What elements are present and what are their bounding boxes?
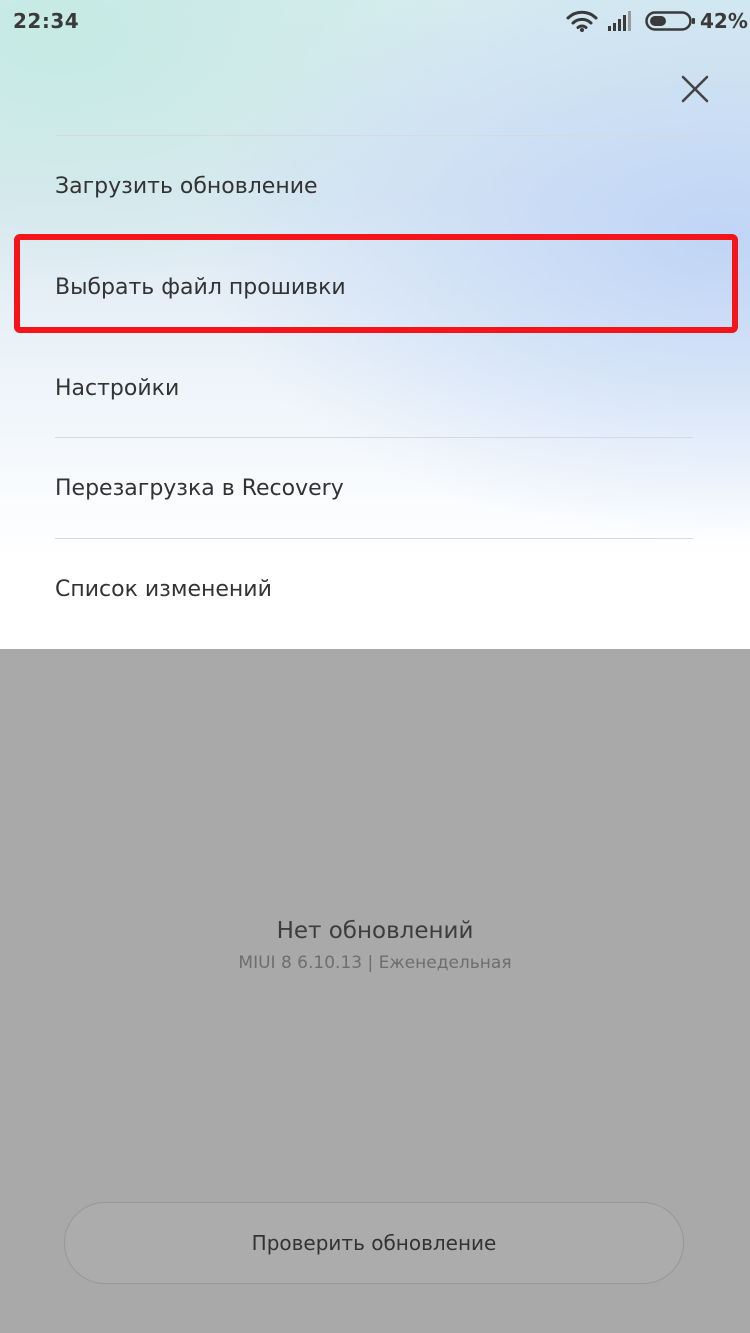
check-update-button-label: Проверить обновление: [251, 1231, 497, 1255]
battery-percent: 42%: [700, 9, 748, 33]
menu-item-download-update[interactable]: Загрузить обновление: [55, 136, 693, 236]
signal-icon: [608, 11, 631, 31]
battery-icon: [645, 11, 695, 31]
check-update-button[interactable]: Проверить обновление: [64, 1202, 684, 1284]
version-info: MIUI 8 6.10.13 | Еженедельная: [238, 953, 512, 973]
highlight-annotation-box: [14, 234, 738, 333]
close-button[interactable]: [676, 70, 714, 108]
status-time: 22:34: [13, 9, 80, 33]
wifi-icon: [566, 10, 598, 32]
close-icon: [681, 75, 709, 103]
status-bar: 22:34 42%: [0, 0, 750, 44]
screen: 22:34 42% Загрузить обновление Выбрать ф…: [0, 0, 750, 1333]
menu-panel: 22:34 42% Загрузить обновление Выбрать ф…: [0, 0, 750, 649]
menu-item-label: Настройки: [55, 375, 180, 401]
menu-item-label: Загрузить обновление: [55, 173, 318, 199]
menu-item-label: Перезагрузка в Recovery: [55, 475, 344, 501]
menu-item-settings[interactable]: Настройки: [55, 338, 693, 438]
menu-item-reboot-recovery[interactable]: Перезагрузка в Recovery: [55, 438, 693, 538]
menu-item-label: Список изменений: [55, 576, 272, 602]
menu-item-changelog[interactable]: Список изменений: [55, 539, 693, 639]
update-status-title: Нет обновлений: [276, 918, 474, 944]
